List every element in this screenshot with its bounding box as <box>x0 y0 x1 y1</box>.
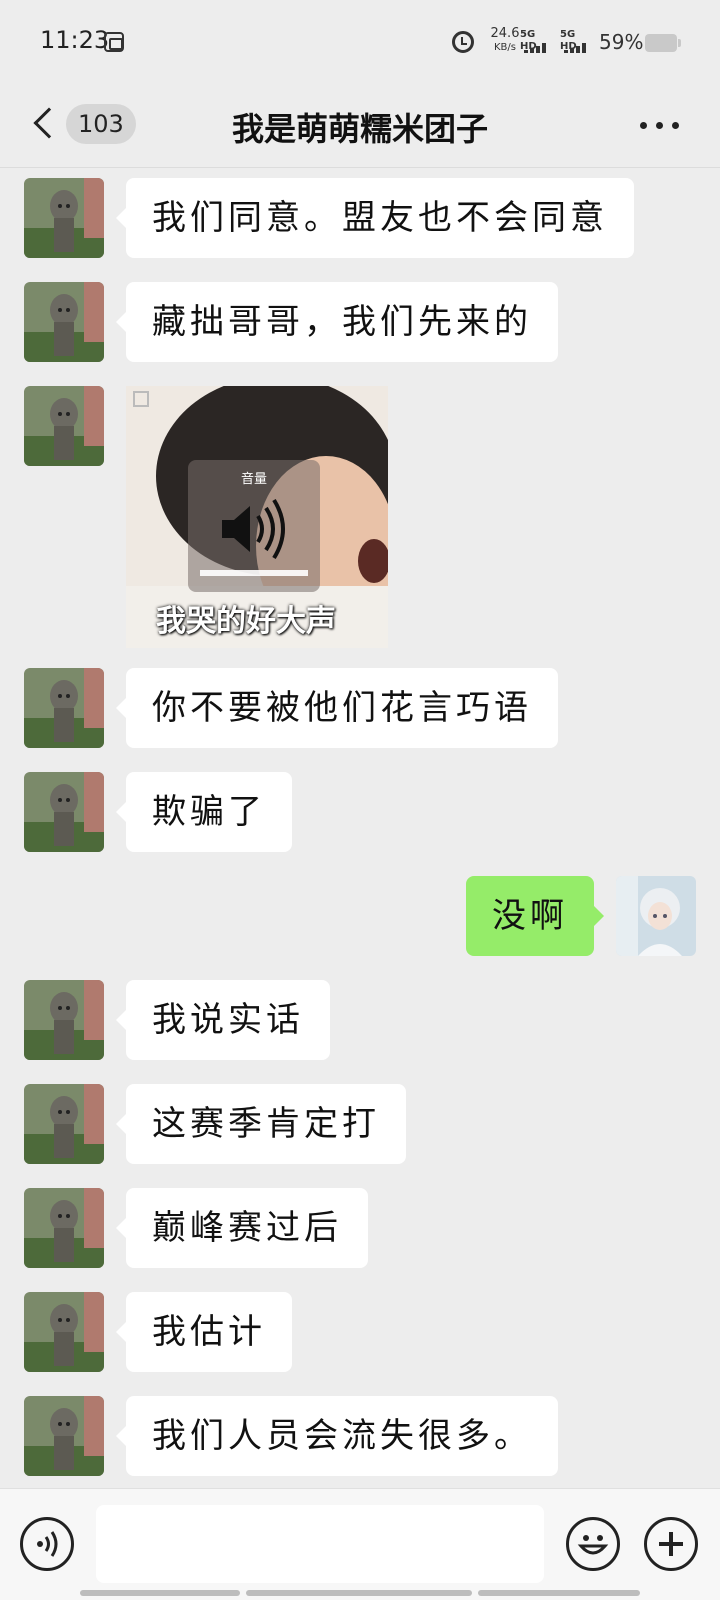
volume-overlay: 音量 <box>188 460 320 592</box>
message-bubble[interactable]: 这赛季肯定打 <box>116 1084 406 1164</box>
battery-percent: 59% <box>599 30 644 54</box>
message-bubble[interactable]: 藏拙哥哥，我们先来的 <box>116 282 558 362</box>
message-input[interactable] <box>96 1505 544 1583</box>
message-list[interactable]: 我们同意。盟友也不会同意 藏拙哥哥，我们先来的 音量 我哭的好大声 你不要被他们… <box>0 168 720 1488</box>
emoji-button[interactable] <box>566 1517 620 1571</box>
chat-header: 103 我是萌萌糯米团子 <box>0 82 720 168</box>
input-bar <box>0 1488 720 1600</box>
message-bubble-sent[interactable]: 没啊 <box>466 876 604 956</box>
message-bubble[interactable]: 欺骗了 <box>116 772 292 852</box>
more-functions-button[interactable] <box>644 1517 698 1571</box>
gesture-bar <box>478 1590 640 1596</box>
contact-avatar[interactable] <box>24 386 104 466</box>
contact-avatar[interactable] <box>24 1188 104 1268</box>
volume-level-bar <box>200 570 308 576</box>
contact-avatar[interactable] <box>24 1084 104 1164</box>
message-bubble[interactable]: 你不要被他们花言巧语 <box>116 668 558 748</box>
notification-app-icon <box>104 32 124 52</box>
my-avatar[interactable] <box>616 876 696 956</box>
contact-avatar[interactable] <box>24 980 104 1060</box>
unread-count-badge: 103 <box>66 104 136 144</box>
signal-icon-sim2: 5G HD <box>560 29 594 57</box>
contact-avatar[interactable] <box>24 282 104 362</box>
sticker-image[interactable]: 音量 我哭的好大声 <box>126 386 388 648</box>
contact-avatar[interactable] <box>24 1396 104 1476</box>
status-bar: 11:23 24.6 KB/s 5G HD 5G HD 59% <box>0 0 720 82</box>
more-options-button[interactable] <box>640 120 680 132</box>
gesture-bar <box>80 1590 240 1596</box>
gesture-bar <box>246 1590 472 1596</box>
message-bubble[interactable]: 我们人员会流失很多。 <box>116 1396 558 1476</box>
chevron-left-icon <box>33 107 65 139</box>
signal-icon-sim1: 5G HD <box>520 29 554 57</box>
contact-avatar[interactable] <box>24 772 104 852</box>
contact-avatar[interactable] <box>24 178 104 258</box>
sticker-caption: 我哭的好大声 <box>156 604 336 639</box>
contact-avatar[interactable] <box>24 668 104 748</box>
message-bubble[interactable]: 巅峰赛过后 <box>116 1188 368 1268</box>
voice-icon <box>37 1531 58 1557</box>
back-button[interactable]: 103 <box>28 102 138 146</box>
message-bubble[interactable]: 我说实话 <box>116 980 330 1060</box>
message-bubble[interactable]: 我估计 <box>116 1292 292 1372</box>
battery-icon <box>645 34 677 52</box>
status-time: 11:23 <box>40 26 110 54</box>
chat-title: 我是萌萌糯米团子 <box>231 110 488 148</box>
alarm-icon <box>452 31 474 53</box>
contact-avatar[interactable] <box>24 1292 104 1372</box>
message-bubble[interactable]: 我们同意。盟友也不会同意 <box>116 178 634 258</box>
emoji-icon <box>577 1535 609 1555</box>
voice-input-button[interactable] <box>20 1517 74 1571</box>
